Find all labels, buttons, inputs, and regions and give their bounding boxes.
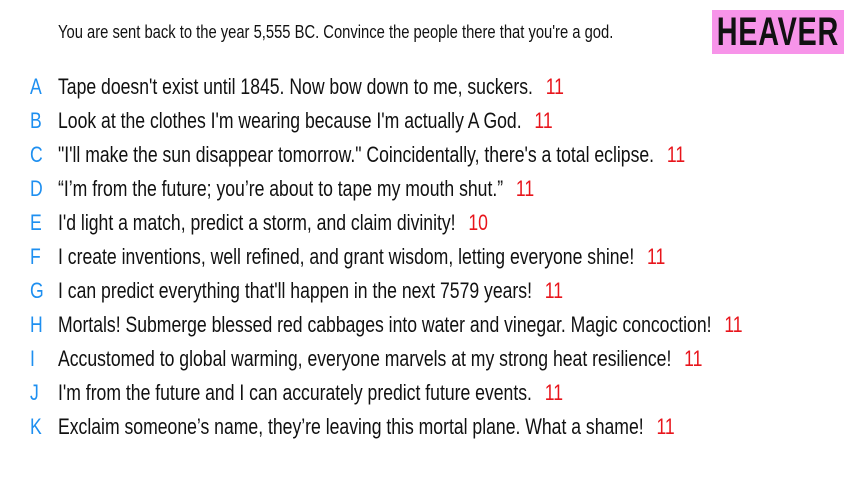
answer-text: Look at the clothes I'm wearing because …: [58, 108, 553, 134]
answer-score: 11: [666, 142, 686, 167]
answer-letter: H: [30, 312, 43, 337]
answer-letter: E: [30, 210, 42, 235]
answer-letter: K: [30, 414, 42, 439]
answer-text: I'm from the future and I can accurately…: [58, 380, 563, 406]
answer-body: Mortals! Submerge blessed red cabbages i…: [58, 312, 712, 337]
answer-body: I can predict everything that'll happen …: [58, 278, 532, 303]
answer-body: "I'll make the sun disappear tomorrow." …: [58, 142, 655, 167]
answer-score: 11: [647, 244, 666, 269]
answer-body: Tape doesn't exist until 1845. Now bow d…: [58, 74, 533, 99]
answer-text: Exclaim someone’s name, they’re leaving …: [58, 414, 675, 440]
answer-score: 11: [534, 108, 553, 133]
prompt-text: You are sent back to the year 5,555 BC. …: [58, 22, 614, 42]
answer-text: I'd light a match, predict a storm, and …: [58, 210, 488, 236]
answer-text: Tape doesn't exist until 1845. Now bow d…: [58, 74, 564, 100]
answer-letter: J: [30, 380, 39, 405]
answer-text: I create inventions, well refined, and g…: [58, 244, 665, 270]
answer-body: I'm from the future and I can accurately…: [58, 380, 532, 405]
answer-letter: G: [30, 278, 44, 303]
answer-body: I create inventions, well refined, and g…: [58, 244, 635, 269]
answer-score: 11: [656, 414, 675, 439]
answer-body: “I’m from the future; you’re about to ta…: [58, 176, 504, 201]
answer-score: 11: [684, 346, 703, 371]
answer-score: 10: [468, 210, 488, 235]
answer-text: “I’m from the future; you’re about to ta…: [58, 176, 534, 202]
answer-letter: D: [30, 176, 43, 201]
answer-text: "I'll make the sun disappear tomorrow." …: [58, 142, 685, 168]
heaver-logo: HEAVER: [712, 10, 844, 54]
logo-text: HEAVER: [716, 9, 840, 54]
answer-score: 11: [544, 278, 564, 303]
answer-text: I can predict everything that'll happen …: [58, 278, 563, 304]
answer-letter: A: [30, 74, 42, 99]
answer-body: Exclaim someone’s name, they’re leaving …: [58, 414, 644, 439]
answer-text: Accustomed to global warming, everyone m…: [58, 346, 702, 372]
answer-score: 11: [545, 74, 564, 99]
answer-letter: I: [30, 346, 35, 371]
answer-body: Look at the clothes I'm wearing because …: [58, 108, 522, 133]
answer-letter: C: [30, 142, 43, 167]
answer-score: 11: [515, 176, 535, 201]
answer-body: I'd light a match, predict a storm, and …: [58, 210, 456, 235]
answer-body: Accustomed to global warming, everyone m…: [58, 346, 672, 371]
answer-text: Mortals! Submerge blessed red cabbages i…: [58, 312, 743, 338]
answer-score: 11: [544, 380, 563, 405]
answer-letter: F: [30, 244, 41, 269]
answer-letter: B: [30, 108, 42, 133]
answer-score: 11: [724, 312, 743, 337]
